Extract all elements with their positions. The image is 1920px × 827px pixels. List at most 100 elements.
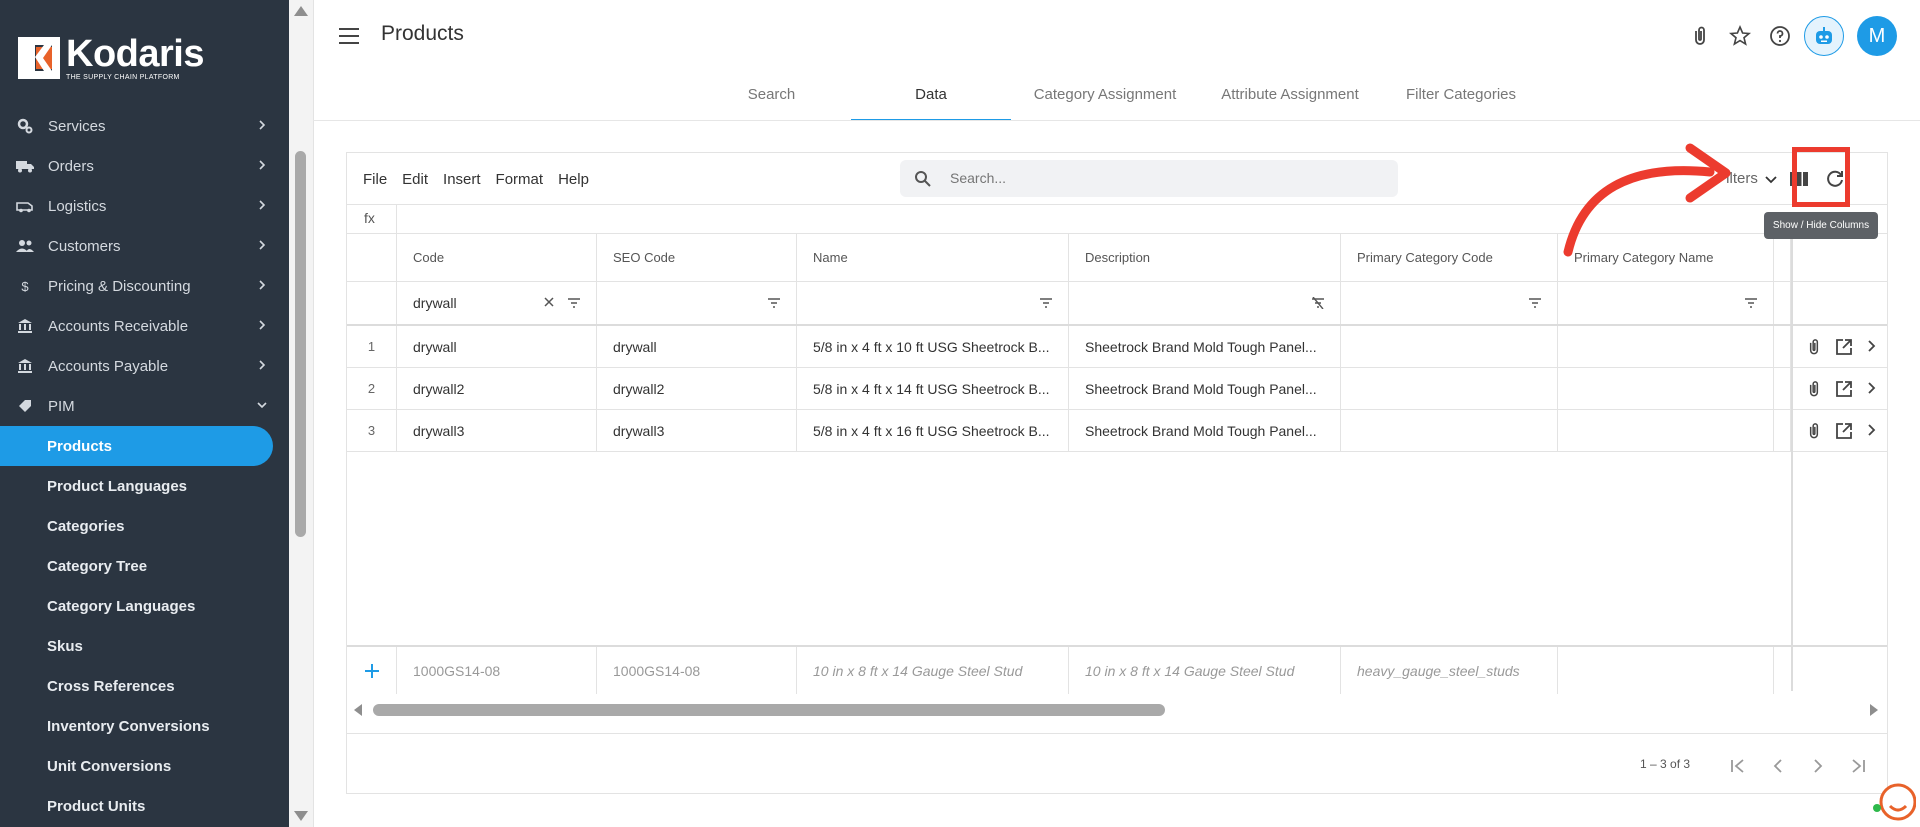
cell-code[interactable]: 1000GS14-08 — [397, 647, 597, 694]
cell-primary-category-code[interactable] — [1341, 368, 1558, 409]
menu-insert[interactable]: Insert — [443, 171, 481, 188]
filter-icon[interactable] — [1039, 297, 1053, 309]
table-row[interactable]: 1 drywall drywall 5/8 in x 4 ft x 10 ft … — [347, 326, 1887, 368]
open-external-icon[interactable] — [1834, 337, 1854, 357]
first-page-icon[interactable] — [1727, 755, 1749, 777]
scroll-right-icon[interactable] — [1869, 704, 1879, 716]
cell-primary-category-name[interactable] — [1558, 410, 1774, 451]
assistant-bot-button[interactable] — [1804, 16, 1844, 56]
sidebar-subitem-unit-conversions[interactable]: Unit Conversions — [0, 746, 289, 786]
cell-name[interactable]: 5/8 in x 4 ft x 16 ft USG Sheetrock B... — [797, 410, 1069, 451]
chevron-right-icon[interactable] — [1864, 381, 1878, 395]
user-avatar[interactable]: M — [1857, 16, 1897, 56]
cell-primary-category-code[interactable] — [1341, 326, 1558, 367]
scrollbar-thumb[interactable] — [373, 704, 1165, 716]
cell-primary-category-code[interactable] — [1341, 410, 1558, 451]
filter-cell-primary-category-code[interactable] — [1341, 282, 1558, 324]
column-header-code[interactable]: Code — [397, 233, 597, 281]
scroll-down-icon[interactable] — [294, 811, 308, 821]
sidebar-subitem-skus[interactable]: Skus — [0, 626, 289, 666]
sidebar-item-logistics[interactable]: Logistics — [0, 186, 289, 226]
horizontal-scrollbar[interactable] — [347, 700, 1887, 720]
filter-value-code[interactable]: drywall — [413, 295, 457, 311]
tab-search[interactable]: Search — [730, 76, 813, 119]
sidebar-item-orders[interactable]: Orders — [0, 146, 289, 186]
star-icon[interactable] — [1728, 24, 1752, 48]
cell-primary-category-code[interactable]: heavy_gauge_steel_studs — [1341, 647, 1558, 694]
sidebar-subitem-category-tree[interactable]: Category Tree — [0, 546, 289, 586]
cell-code[interactable]: drywall2 — [397, 368, 597, 409]
scrollbar-thumb[interactable] — [295, 151, 306, 537]
tab-data[interactable]: Data — [851, 76, 1011, 121]
cell-name[interactable]: 10 in x 8 ft x 14 Gauge Steel Stud — [797, 647, 1069, 694]
cell-seo-code[interactable]: drywall2 — [597, 368, 797, 409]
cell-seo-code[interactable]: drywall — [597, 326, 797, 367]
cell-name[interactable]: 5/8 in x 4 ft x 14 ft USG Sheetrock B... — [797, 368, 1069, 409]
paperclip-icon[interactable] — [1688, 24, 1712, 48]
column-header-name[interactable]: Name — [797, 233, 1069, 281]
table-row[interactable]: 3 drywall3 drywall3 5/8 in x 4 ft x 16 f… — [347, 410, 1887, 452]
open-external-icon[interactable] — [1834, 379, 1854, 399]
cell-description[interactable]: 10 in x 8 ft x 14 Gauge Steel Stud — [1069, 647, 1341, 694]
tab-category-assignment[interactable]: Category Assignment — [1024, 76, 1186, 119]
sidebar-subitem-product-languages[interactable]: Product Languages — [0, 466, 289, 506]
chat-support-icon[interactable] — [1872, 778, 1916, 822]
sidebar-scrollbar[interactable] — [289, 0, 314, 827]
sidebar-subitem-products[interactable]: Products — [0, 426, 273, 466]
sidebar-item-pricing[interactable]: $ Pricing & Discounting — [0, 266, 289, 306]
paperclip-icon[interactable] — [1804, 379, 1824, 399]
cell-description[interactable]: Sheetrock Brand Mold Tough Panel... — [1069, 368, 1341, 409]
menu-format[interactable]: Format — [496, 171, 544, 188]
cell-description[interactable]: Sheetrock Brand Mold Tough Panel... — [1069, 410, 1341, 451]
next-page-icon[interactable] — [1807, 755, 1829, 777]
column-header-description[interactable]: Description — [1069, 233, 1341, 281]
filter-cell-primary-category-name[interactable] — [1558, 282, 1774, 324]
cell-name[interactable]: 5/8 in x 4 ft x 10 ft USG Sheetrock B... — [797, 326, 1069, 367]
clear-filter-icon[interactable] — [543, 296, 555, 308]
chevron-right-icon[interactable] — [1864, 423, 1878, 437]
sidebar-item-customers[interactable]: Customers — [0, 226, 289, 266]
filter-cell-seo-code[interactable] — [597, 282, 797, 324]
filter-icon[interactable] — [567, 297, 581, 309]
cell-primary-category-name[interactable] — [1558, 368, 1774, 409]
scroll-up-icon[interactable] — [294, 6, 308, 16]
paperclip-icon[interactable] — [1804, 421, 1824, 441]
cell-description[interactable]: Sheetrock Brand Mold Tough Panel... — [1069, 326, 1341, 367]
tab-attribute-assignment[interactable]: Attribute Assignment — [1210, 76, 1370, 119]
filter-off-icon[interactable] — [1311, 297, 1325, 309]
sidebar-subitem-categories[interactable]: Categories — [0, 506, 289, 546]
menu-edit[interactable]: Edit — [402, 171, 428, 188]
sidebar-item-accounts-payable[interactable]: Accounts Payable — [0, 346, 289, 386]
column-header-primary-category-code[interactable]: Primary Category Code — [1341, 233, 1558, 281]
sidebar-subitem-category-languages[interactable]: Category Languages — [0, 586, 289, 626]
menu-file[interactable]: File — [363, 171, 387, 188]
cell-code[interactable]: drywall3 — [397, 410, 597, 451]
table-row[interactable]: 2 drywall2 drywall2 5/8 in x 4 ft x 14 f… — [347, 368, 1887, 410]
paperclip-icon[interactable] — [1804, 337, 1824, 357]
open-external-icon[interactable] — [1834, 421, 1854, 441]
cell-code[interactable]: drywall — [397, 326, 597, 367]
filter-icon[interactable] — [767, 297, 781, 309]
cell-primary-category-name[interactable] — [1558, 647, 1774, 694]
cell-primary-category-name[interactable] — [1558, 326, 1774, 367]
sidebar-item-pim[interactable]: PIM — [0, 386, 289, 426]
sidebar-subitem-product-units[interactable]: Product Units — [0, 786, 289, 826]
filter-cell-code[interactable]: drywall — [397, 282, 597, 324]
sidebar-subitem-inventory-conversions[interactable]: Inventory Conversions — [0, 706, 289, 746]
new-row[interactable]: 1000GS14-08 1000GS14-08 10 in x 8 ft x 1… — [347, 645, 1887, 694]
tab-filter-categories[interactable]: Filter Categories — [1396, 76, 1526, 119]
search-input[interactable] — [948, 169, 1352, 187]
cell-seo-code[interactable]: 1000GS14-08 — [597, 647, 797, 694]
sidebar-subitem-cross-references[interactable]: Cross References — [0, 666, 289, 706]
menu-toggle-icon[interactable] — [339, 28, 359, 44]
previous-page-icon[interactable] — [1767, 755, 1789, 777]
menu-help[interactable]: Help — [558, 171, 589, 188]
brand-logo[interactable]: Kodaris THE SUPPLY CHAIN PLATFORM — [18, 35, 204, 81]
cell-seo-code[interactable]: drywall3 — [597, 410, 797, 451]
sidebar-item-accounts-receivable[interactable]: Accounts Receivable — [0, 306, 289, 346]
scroll-left-icon[interactable] — [353, 704, 363, 716]
help-icon[interactable] — [1768, 24, 1792, 48]
filter-icon[interactable] — [1528, 297, 1542, 309]
column-header-seo-code[interactable]: SEO Code — [597, 233, 797, 281]
grid-search[interactable] — [900, 160, 1398, 197]
